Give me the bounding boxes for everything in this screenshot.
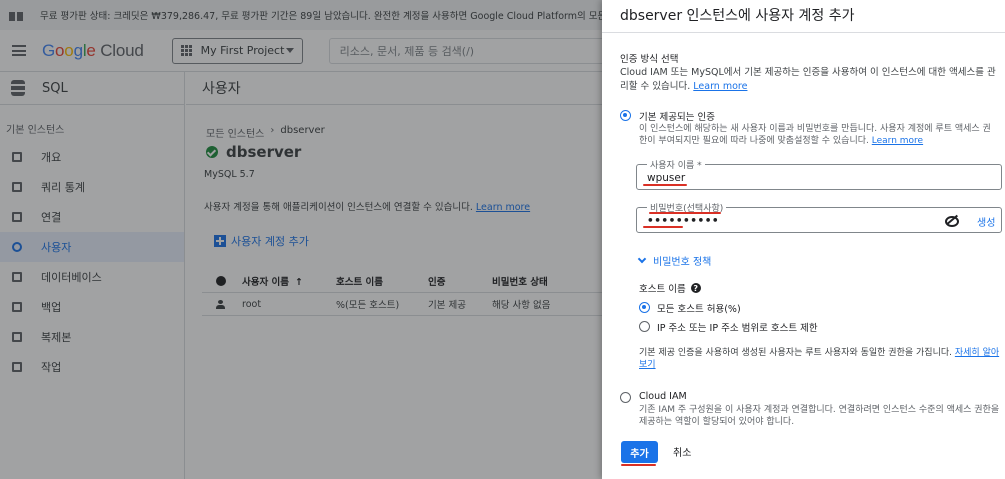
annotation-underline (643, 226, 683, 228)
visibility-off-icon[interactable] (945, 215, 959, 227)
cloud-iam-label[interactable]: Cloud IAM (639, 391, 687, 402)
help-icon[interactable]: ? (690, 283, 701, 293)
divider (602, 32, 1005, 33)
add-user-panel: dbserver 인스턴스에 사용자 계정 추가 인증 방식 선택 Cloud … (602, 0, 1005, 479)
builtin-learn-more-link[interactable]: Learn more (872, 136, 923, 146)
auth-method-description: Cloud IAM 또는 MySQL에서 기본 제공하는 인증을 사용하여 이 … (620, 67, 996, 92)
host-name-title: 호스트 이름 ? (639, 281, 701, 295)
host-restrict-radio[interactable] (639, 321, 650, 332)
modal-scrim[interactable] (0, 0, 602, 479)
annotation-underline (649, 212, 721, 214)
cloud-iam-radio[interactable] (620, 392, 631, 403)
host-any-label[interactable]: 모든 호스트 허용(%) (657, 301, 741, 315)
cancel-button[interactable]: 취소 (673, 444, 691, 459)
username-label: 사용자 이름 * (647, 158, 705, 171)
annotation-underline (643, 184, 687, 186)
generate-password-button[interactable]: 생성 (977, 214, 995, 229)
builtin-auth-description: 이 인스턴스에 해당하는 새 사용자 이름과 비밀번호를 만듭니다. 사용자 계… (639, 124, 991, 146)
cloud-iam-description: 기존 IAM 주 구성원을 이 사용자 계정과 연결합니다. 연결하려면 인스턴… (639, 405, 1000, 427)
panel-title: dbserver 인스턴스에 사용자 계정 추가 (620, 8, 855, 24)
annotation-underline (621, 464, 656, 466)
password-field[interactable]: 비밀번호(선택사항) •••••••••• 생성 (636, 201, 1002, 233)
username-value: wpuser (647, 172, 686, 184)
password-policy-label: 비밀번호 정책 (653, 257, 712, 268)
add-button[interactable]: 추가 (621, 441, 658, 463)
username-field[interactable]: 사용자 이름 * wpuser (636, 158, 1002, 190)
host-any-radio[interactable] (639, 302, 650, 313)
auth-learn-more-link[interactable]: Learn more (693, 81, 747, 92)
password-policy-toggle[interactable]: 비밀번호 정책 (637, 253, 712, 268)
host-note: 기본 제공 인증을 사용하여 생성된 사용자는 루트 사용자와 동일한 권한을 … (639, 348, 1000, 370)
builtin-auth-label[interactable]: 기본 제공되는 인증 (639, 109, 715, 123)
host-restrict-label[interactable]: IP 주소 또는 IP 주소 범위로 호스트 제한 (657, 320, 818, 334)
builtin-auth-radio[interactable] (620, 110, 631, 121)
chevron-down-icon (637, 254, 647, 264)
auth-method-title: 인증 방식 선택 (620, 54, 679, 65)
